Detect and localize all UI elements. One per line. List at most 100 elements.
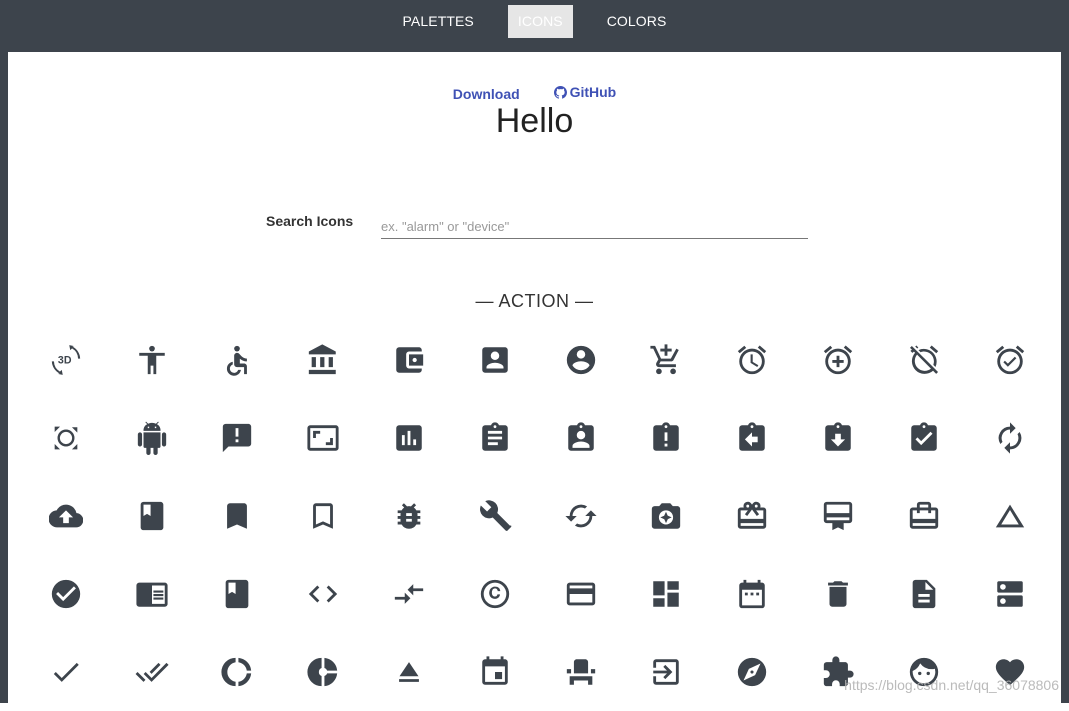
icon-cell[interactable]: [538, 633, 624, 711]
icon-cell[interactable]: [23, 555, 109, 633]
dashboard-icon: [653, 581, 680, 607]
icon-cell[interactable]: [195, 555, 281, 633]
icon-cell[interactable]: [280, 399, 366, 477]
icon-cell[interactable]: [452, 321, 538, 399]
compare-arrows-icon: [394, 584, 424, 604]
android-icon: [137, 421, 166, 455]
bookmark-border-icon: [313, 503, 334, 529]
icon-cell[interactable]: [795, 399, 881, 477]
camera-enhance-icon: [652, 503, 681, 529]
icon-cell[interactable]: [709, 321, 795, 399]
assessment-icon: [396, 425, 422, 451]
icon-cell[interactable]: [881, 321, 967, 399]
eject-icon: [399, 662, 419, 682]
icon-cell[interactable]: [795, 633, 881, 711]
aspect-ratio-icon: [307, 425, 339, 451]
svg-text:3D: 3D: [58, 355, 72, 367]
top-bar: PALETTES ICONS COLORS: [0, 0, 1069, 52]
icon-cell[interactable]: [366, 477, 452, 555]
icon-cell[interactable]: [280, 633, 366, 711]
nav-bar: PALETTES ICONS COLORS: [0, 5, 1069, 38]
icon-cell[interactable]: [23, 477, 109, 555]
class-icon: [226, 579, 249, 609]
alarm-off-icon: [909, 345, 939, 374]
icon-cell[interactable]: [195, 633, 281, 711]
icon-cell[interactable]: [23, 633, 109, 711]
assignment-late-icon: [653, 422, 680, 451]
icon-cell[interactable]: [366, 555, 452, 633]
right-border: [1061, 52, 1069, 703]
icon-cell[interactable]: [881, 477, 967, 555]
all-out-icon: [54, 426, 78, 450]
assignment-turned-in-icon: [911, 422, 937, 451]
icon-cell[interactable]: [280, 555, 366, 633]
icon-cell[interactable]: [624, 399, 710, 477]
icon-cell[interactable]: [709, 633, 795, 711]
icon-cell[interactable]: [881, 399, 967, 477]
icon-cell[interactable]: [452, 477, 538, 555]
icon-cell[interactable]: [538, 321, 624, 399]
icon-cell[interactable]: [366, 399, 452, 477]
dns-icon: [996, 581, 1023, 607]
icon-cell[interactable]: [538, 399, 624, 477]
icon-cell[interactable]: [967, 321, 1053, 399]
icon-cell[interactable]: [109, 399, 195, 477]
icon-cell[interactable]: [538, 555, 624, 633]
icon-cell[interactable]: [195, 321, 281, 399]
alarm-icon: [738, 345, 767, 375]
icon-cell[interactable]: [881, 555, 967, 633]
icon-cell[interactable]: [195, 399, 281, 477]
icon-cell[interactable]: [452, 399, 538, 477]
nav-icons[interactable]: ICONS: [507, 5, 573, 38]
icon-cell[interactable]: [795, 555, 881, 633]
icon-cell[interactable]: [23, 399, 109, 477]
book-icon: [140, 501, 164, 531]
account-balance-icon: [309, 344, 337, 375]
icon-cell[interactable]: [624, 555, 710, 633]
icon-cell[interactable]: [881, 633, 967, 711]
search-input[interactable]: [381, 214, 808, 239]
icon-cell[interactable]: [452, 555, 538, 633]
icon-cell[interactable]: [538, 477, 624, 555]
icon-cell[interactable]: [366, 321, 452, 399]
icon-cell[interactable]: [967, 399, 1053, 477]
icon-cell[interactable]: [366, 633, 452, 711]
icon-grid: 3D: [23, 321, 1053, 711]
icon-cell[interactable]: [624, 633, 710, 711]
icon-cell[interactable]: 3D: [23, 321, 109, 399]
icon-cell[interactable]: [624, 477, 710, 555]
header-links: Download GitHub: [0, 84, 1069, 102]
icon-cell[interactable]: [452, 633, 538, 711]
icon-cell[interactable]: [109, 555, 195, 633]
icon-cell[interactable]: [109, 633, 195, 711]
icon-cell[interactable]: [195, 477, 281, 555]
icon-cell[interactable]: [109, 477, 195, 555]
icon-cell[interactable]: [624, 321, 710, 399]
icon-cell[interactable]: [280, 321, 366, 399]
cached-icon: [565, 504, 597, 528]
nav-palettes[interactable]: PALETTES: [393, 5, 484, 38]
icon-cell[interactable]: [967, 555, 1053, 633]
icon-cell[interactable]: [709, 399, 795, 477]
icon-cell[interactable]: [795, 321, 881, 399]
copyright-icon: [480, 579, 510, 609]
account-circle-icon: [566, 345, 595, 375]
icon-cell[interactable]: [967, 633, 1053, 711]
card-travel-icon: [909, 501, 939, 529]
icon-cell[interactable]: [280, 477, 366, 555]
github-icon: [553, 85, 567, 99]
assignment-returned-icon: [825, 422, 851, 451]
date-range-icon: [739, 579, 766, 609]
check-circle-icon: [51, 579, 81, 609]
icon-cell[interactable]: [709, 555, 795, 633]
icon-cell[interactable]: [109, 321, 195, 399]
icon-cell[interactable]: [967, 477, 1053, 555]
nav-colors[interactable]: COLORS: [597, 5, 677, 38]
donut-small-icon: [307, 657, 338, 687]
github-link[interactable]: GitHub: [553, 84, 616, 100]
icon-cell[interactable]: [709, 477, 795, 555]
account-balance-wallet-icon: [396, 347, 424, 373]
icon-cell[interactable]: [795, 477, 881, 555]
assignment-icon: [482, 422, 508, 451]
download-link[interactable]: Download: [453, 86, 520, 102]
